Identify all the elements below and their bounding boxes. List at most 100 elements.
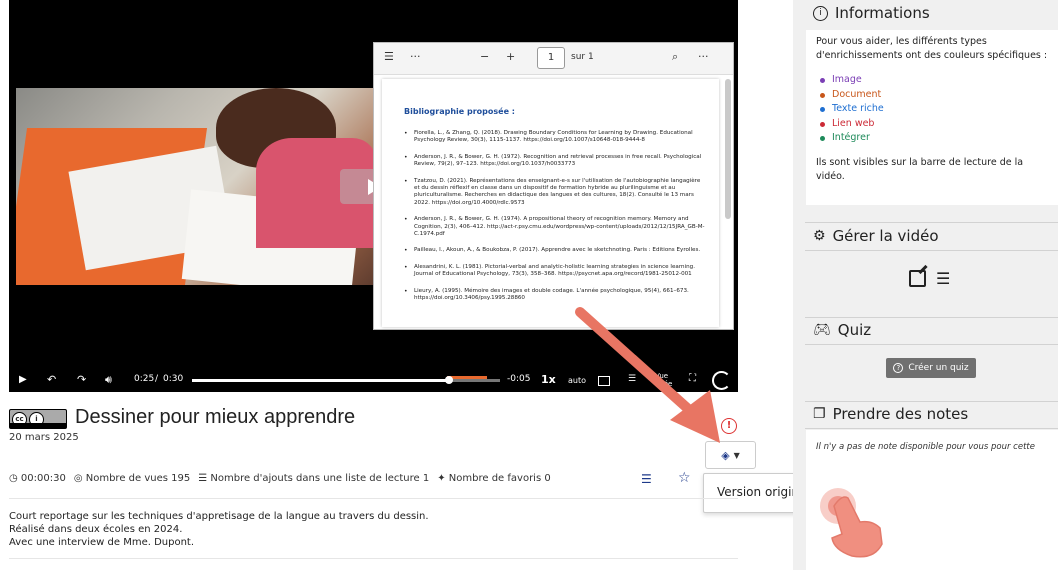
pdf-page-total: sur 1 [571, 52, 594, 62]
divider [805, 428, 1058, 429]
info-icon: i [813, 5, 828, 21]
duration-stat: ◷ 00:00:30 [9, 473, 66, 484]
pdf-page: Bibliographie proposée : Fiorella, L., &… [382, 79, 719, 327]
zoom-in-icon[interactable]: + [506, 50, 515, 63]
legend-dot [820, 136, 825, 141]
legend-item-image: Image [820, 73, 1048, 88]
pip-icon[interactable] [598, 376, 610, 386]
player-controls: ▶ ↶ ↷ 🔊︎ 0:25 / 0:30 -0:05 1x auto ☰ Vue… [9, 370, 738, 392]
pdf-heading: Bibliographie proposée : [404, 107, 515, 116]
sparkle-icon: ✦ [437, 473, 449, 484]
add-to-playlist-icon[interactable]: ☰ [641, 472, 652, 486]
question-icon: ? [893, 363, 904, 373]
pdf-enrichment-viewer[interactable]: ☰ ··· − + 1 sur 1 ⌕ ··· Bibliographie pr… [373, 42, 734, 330]
progress-bar[interactable] [192, 376, 500, 384]
bibliography-entry: Fiorella, L., & Zhang, Q. (2018). Drawin… [404, 130, 707, 145]
legend-dot [820, 121, 825, 127]
search-icon[interactable]: ⌕ [672, 50, 678, 64]
notes-panel: Il n'y a pas de note disponible pour vou… [806, 430, 1058, 570]
chapters-icon[interactable]: ☰ [628, 374, 636, 384]
progress-fill [192, 379, 449, 382]
bibliography-entry: Pailleau, I., Akoun, A., & Boukobza, P. … [404, 247, 707, 255]
video-description: Court reportage sur les techniques d'app… [9, 510, 429, 549]
edit-icon[interactable] [909, 270, 926, 287]
legend-dot [820, 78, 825, 83]
quality-button[interactable]: auto [568, 376, 586, 385]
zoom-out-icon[interactable]: − [480, 50, 489, 63]
progress-handle[interactable] [444, 376, 453, 384]
notes-icon: ❐ [813, 406, 826, 422]
video-date: 20 mars 2025 [9, 432, 79, 443]
favorites-stat: ✦ Nombre de favoris 0 [437, 473, 551, 484]
eye-icon: ◎ [73, 473, 86, 484]
playlist-stat: ☰ Nombre d'ajouts dans une liste de lect… [198, 473, 430, 484]
clock-icon: ◷ [9, 473, 21, 484]
divider [9, 498, 738, 499]
quiz-section-title: 🎮︎ Quiz [813, 321, 872, 339]
description-line: Réalisé dans deux écoles en 2024. [9, 524, 183, 535]
rewind-icon[interactable]: ↶ [47, 373, 56, 386]
video-title: Dessiner pour mieux apprendre [75, 406, 356, 428]
sidebar: i Informations Pour vous aider, les diff… [793, 0, 1058, 570]
toc-icon[interactable]: ☰ [384, 50, 394, 63]
pdf-toolbar: ☰ ··· − + 1 sur 1 ⌕ ··· [374, 43, 733, 75]
legend-dot [820, 107, 825, 112]
menu-icon[interactable]: ☰ [936, 270, 950, 287]
pdf-page-input[interactable]: 1 [537, 47, 565, 69]
video-frame[interactable] [16, 88, 376, 285]
page: ☰ ··· − + 1 sur 1 ⌕ ··· Bibliographie pr… [0, 0, 1058, 570]
volume-icon[interactable]: 🔊︎ [105, 373, 112, 387]
divider [9, 558, 738, 559]
layers-icon: ◈ [721, 448, 730, 462]
list-icon: ☰ [198, 473, 211, 484]
play-icon[interactable]: ▶ [19, 374, 27, 385]
bibliography-list: Fiorella, L., & Zhang, Q. (2018). Drawin… [404, 130, 707, 303]
bibliography-entry: Anderson, J. R., & Bower, G. H. (1972). … [404, 154, 707, 169]
gamepad-icon: 🎮︎ [813, 322, 831, 338]
create-quiz-button[interactable]: ? Créer un quiz [886, 358, 976, 378]
notes-section-title: ❐ Prendre des notes [813, 405, 969, 423]
divider [805, 344, 1058, 345]
info-outro: Ils sont visibles sur la barre de lectur… [816, 156, 1024, 182]
favorite-star-icon[interactable]: ☆ [678, 470, 691, 486]
current-time: 0:25 [134, 374, 155, 384]
more-icon[interactable]: ··· [698, 50, 709, 63]
caret-down-icon: ▼ [733, 450, 740, 460]
views-stat: ◎ Nombre de vues 195 [73, 473, 191, 484]
notes-empty-message: Il n'y a pas de note disponible pour vou… [816, 442, 1035, 452]
manage-actions: ☰ [909, 270, 950, 287]
video-player[interactable]: ☰ ··· − + 1 sur 1 ⌕ ··· Bibliographie pr… [9, 0, 738, 392]
report-icon[interactable]: ! [721, 418, 737, 434]
description-line: Court reportage sur les techniques d'app… [9, 511, 429, 522]
speed-button[interactable]: 1x [541, 373, 556, 386]
view-mode-button[interactable]: Vue agée [655, 372, 685, 388]
license-badge[interactable]: cc i [9, 409, 67, 429]
time-separator: / [155, 374, 159, 384]
legend-item-rich-text: Texte riche [820, 102, 1048, 117]
forward-icon[interactable]: ↷ [77, 373, 86, 386]
divider [805, 250, 1058, 251]
logo-icon [712, 371, 731, 390]
legend-item-embed: Intégrer [820, 131, 1048, 146]
fullscreen-icon[interactable]: ⛶ [689, 373, 696, 384]
license-label-bar [10, 423, 66, 428]
more-icon[interactable]: ··· [410, 50, 421, 63]
enrichment-legend: Image Document Texte riche Lien web Inté… [820, 73, 1048, 146]
info-panel: Pour vous aider, les différents types d'… [806, 30, 1058, 205]
pdf-scrollbar[interactable] [725, 79, 731, 219]
legend-item-document: Document [820, 88, 1048, 103]
bibliography-entry: Anderson, J. R., & Bower, G. H. (1974). … [404, 216, 707, 238]
remaining-time: -0:05 [507, 374, 531, 384]
bibliography-entry: Tzatzou, D. (2021). Représentations des … [404, 178, 707, 208]
info-section-title: i Informations [813, 4, 930, 22]
divider [805, 401, 1058, 402]
divider [805, 222, 1058, 223]
gear-icon: ⚙ [813, 228, 826, 244]
manage-section-title: ⚙ Gérer la vidéo [813, 227, 939, 245]
legend-dot [820, 92, 825, 98]
version-select-button[interactable]: ◈ ▼ [705, 441, 756, 469]
duration: 0:30 [163, 374, 184, 384]
video-stats: ◷ 00:00:30 ◎ Nombre de vues 195 ☰ Nombre… [9, 473, 559, 484]
enrichment-marker[interactable] [447, 376, 487, 379]
bibliography-entry: Lieury, A. (1995). Mémoire des images et… [404, 288, 707, 303]
